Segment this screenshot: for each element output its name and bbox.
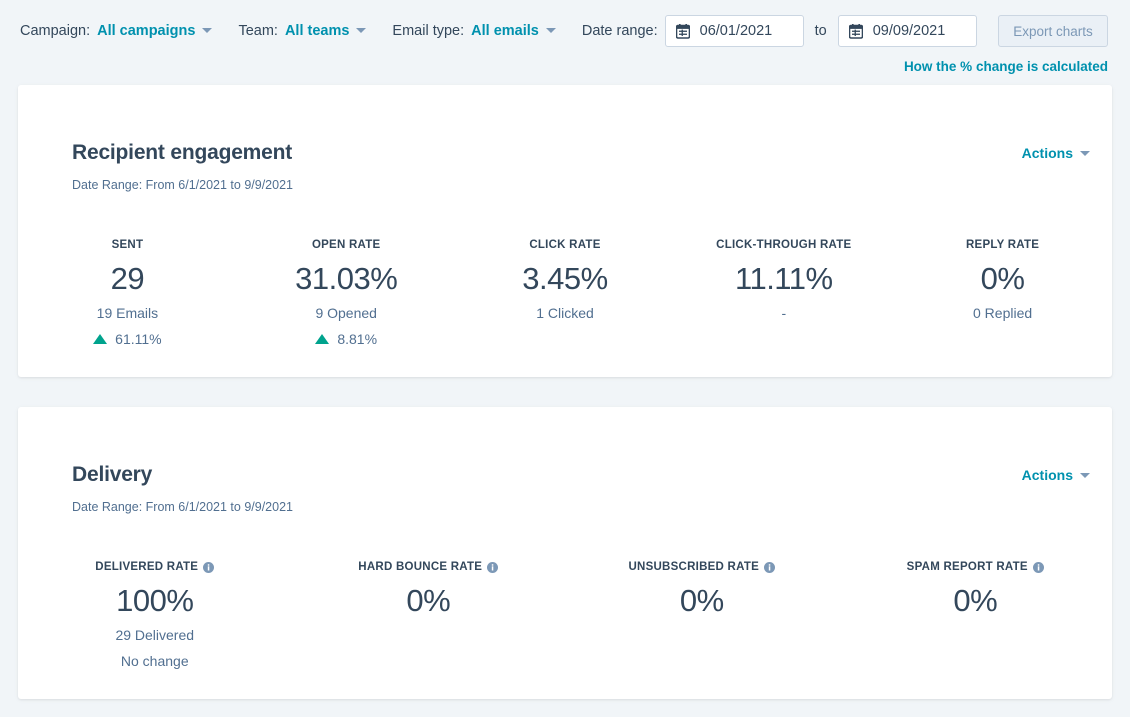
metric-delta: 8.81% [237,330,456,348]
metric-value: 3.45% [456,261,675,297]
metric-delta-value: No change [121,653,189,669]
metric-sublabel: 1 Clicked [456,305,675,322]
metric-label: CLICK-THROUGH RATE [716,239,851,251]
filter-campaign-value[interactable]: All campaigns [97,23,195,39]
metric-delta [839,652,1113,670]
metric-label: CLICK RATE [529,239,600,251]
metric-click-rate: CLICK RATE 3.45% 1 Clicked [456,235,675,348]
metric-sublabel: 0 Replied [893,305,1112,322]
metric-value: 31.03% [237,261,456,297]
metric-label: DELIVERED RATE [95,561,214,573]
metric-value: 0% [893,261,1112,297]
metric-delta [565,652,839,670]
metric-label: REPLY RATE [966,239,1039,251]
metric-label: UNSUBSCRIBED RATE [628,561,775,573]
metric-sublabel [292,627,566,644]
metric-delta: No change [18,652,292,670]
trend-up-icon [315,334,329,344]
metric-sublabel [565,627,839,644]
metric-label: SENT [112,239,144,251]
metric-delivered-rate: DELIVERED RATE 100% 29 Delivered No chan… [18,557,292,670]
metric-unsubscribed-rate: UNSUBSCRIBED RATE 0% [565,557,839,670]
metric-open-rate: OPEN RATE 31.03% 9 Opened 8.81% [237,235,456,348]
actions-menu-label: Actions [1022,145,1073,161]
filter-email-type-value[interactable]: All emails [471,23,539,39]
metric-sublabel: 29 Delivered [18,627,292,644]
info-icon[interactable] [203,562,214,573]
trend-up-icon [93,334,107,344]
metric-delta [674,330,893,348]
date-range-end-value: 09/09/2021 [873,23,946,39]
info-icon[interactable] [1033,562,1044,573]
info-icon[interactable] [487,562,498,573]
filter-team[interactable]: Team: All teams [238,23,366,39]
filter-email-type-label: Email type: [392,23,464,39]
recipient-engagement-card: Recipient engagement Date Range: From 6/… [18,85,1112,377]
metric-delta [893,330,1112,348]
calendar-icon [849,24,863,39]
date-range-label: Date range: [582,23,658,39]
metric-value: 100% [18,583,292,619]
date-range-start-value: 06/01/2021 [700,23,773,39]
metric-value: 29 [18,261,237,297]
metric-click-through-rate: CLICK-THROUGH RATE 11.11% - [674,235,893,348]
metric-value: 11.11% [674,261,893,297]
chevron-down-icon[interactable] [356,28,366,33]
chevron-down-icon[interactable] [1080,473,1090,478]
metric-sublabel [839,627,1113,644]
date-range-end-input[interactable]: 09/09/2021 [838,15,977,47]
filter-email-type[interactable]: Email type: All emails [392,23,555,39]
metric-label-text: UNSUBSCRIBED RATE [628,561,759,573]
metric-label: SPAM REPORT RATE [907,561,1044,573]
chevron-down-icon[interactable] [546,28,556,33]
metric-hard-bounce-rate: HARD BOUNCE RATE 0% [292,557,566,670]
metric-label-text: DELIVERED RATE [95,561,198,573]
metric-label: OPEN RATE [312,239,381,251]
metric-sublabel: 9 Opened [237,305,456,322]
page-title: Delivery [72,463,152,487]
export-charts-button[interactable]: Export charts [998,15,1108,47]
metric-value: 0% [292,583,566,619]
actions-menu[interactable]: Actions [1022,467,1090,483]
metric-label: HARD BOUNCE RATE [358,561,498,573]
engagement-metrics-row: SENT 29 19 Emails 61.11% OPEN RATE 31.03… [18,235,1112,348]
metric-delta [292,652,566,670]
actions-menu-label: Actions [1022,467,1073,483]
metric-spam-report-rate: SPAM REPORT RATE 0% [839,557,1113,670]
metric-value: 0% [565,583,839,619]
metric-delta-value: 61.11% [115,331,161,347]
date-range-start-input[interactable]: 06/01/2021 [665,15,804,47]
filter-toolbar: Campaign: All campaigns Team: All teams … [0,0,1130,62]
delivery-metrics-row: DELIVERED RATE 100% 29 Delivered No chan… [18,557,1112,670]
metric-value: 0% [839,583,1113,619]
metric-delta-value: 8.81% [337,331,377,347]
metric-sublabel: 19 Emails [18,305,237,322]
metric-label-text: SPAM REPORT RATE [907,561,1028,573]
how-percent-change-calculated-link[interactable]: How the % change is calculated [904,59,1108,74]
card-date-range-subtitle: Date Range: From 6/1/2021 to 9/9/2021 [72,500,293,514]
metric-delta: 61.11% [18,330,237,348]
metric-sublabel: - [674,305,893,322]
filter-campaign[interactable]: Campaign: All campaigns [20,23,212,39]
info-icon[interactable] [764,562,775,573]
card-date-range-subtitle: Date Range: From 6/1/2021 to 9/9/2021 [72,178,293,192]
page-title: Recipient engagement [72,141,292,165]
calendar-icon [676,24,690,39]
delivery-card: Delivery Date Range: From 6/1/2021 to 9/… [18,407,1112,699]
filter-team-label: Team: [238,23,278,39]
metric-reply-rate: REPLY RATE 0% 0 Replied [893,235,1112,348]
filter-team-value[interactable]: All teams [285,23,349,39]
metric-label-text: HARD BOUNCE RATE [358,561,482,573]
chevron-down-icon[interactable] [1080,151,1090,156]
filter-campaign-label: Campaign: [20,23,90,39]
date-range-group: Date range: 06/01/2021 to [582,15,977,47]
metric-sent: SENT 29 19 Emails 61.11% [18,235,237,348]
metric-delta [456,330,675,348]
date-range-to-label: to [815,23,827,39]
chevron-down-icon[interactable] [202,28,212,33]
actions-menu[interactable]: Actions [1022,145,1090,161]
